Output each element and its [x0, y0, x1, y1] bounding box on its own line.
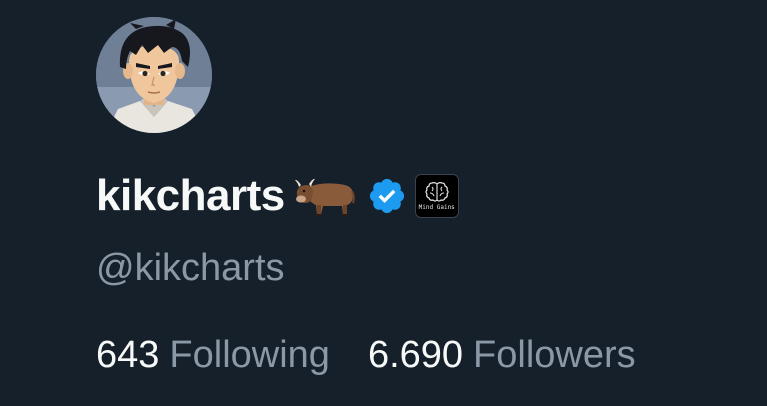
affiliate-badge[interactable]: Mind Gains — [414, 174, 459, 218]
followers-count: 6.690 — [367, 334, 464, 376]
verified-badge-icon[interactable] — [367, 176, 407, 216]
ox-emoji-icon — [294, 178, 355, 217]
following-count: 643 — [96, 334, 160, 376]
followers-label: Followers — [473, 334, 636, 376]
avatar-image — [96, 17, 212, 133]
profile-name-row: kikcharts Mind Gains — [96, 166, 459, 226]
profile-stats: 643 Following 6.690 Followers — [96, 336, 636, 374]
affiliate-label: Mind Gains — [418, 204, 455, 211]
following-label: Following — [169, 334, 330, 376]
followers-link[interactable]: 6.690 Followers — [368, 336, 636, 374]
display-name: kikcharts — [96, 171, 285, 220]
profile-avatar[interactable] — [96, 17, 212, 133]
following-link[interactable]: 643 Following — [96, 336, 330, 374]
brain-icon — [425, 182, 449, 202]
profile-handle: @kikcharts — [96, 247, 285, 289]
